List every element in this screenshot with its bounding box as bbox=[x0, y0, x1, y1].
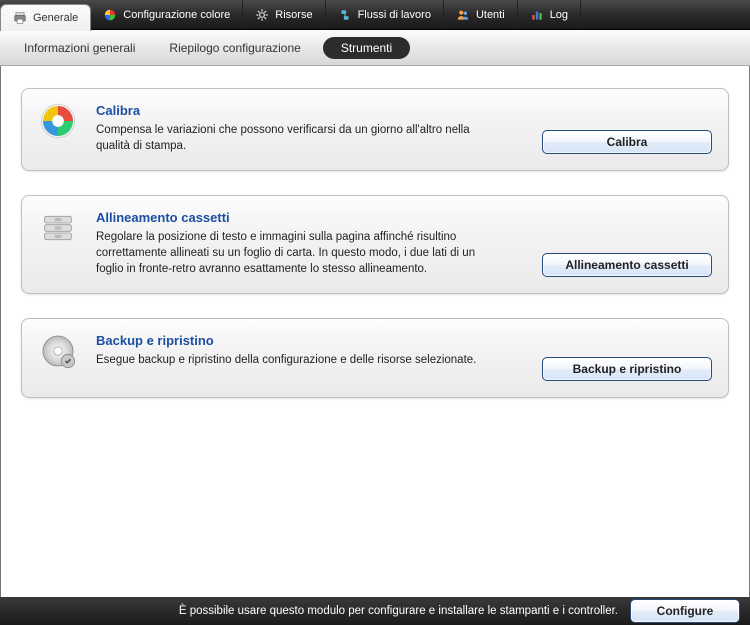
content-area: Calibra Compensa le variazioni che posso… bbox=[0, 66, 750, 597]
panel-title: Calibra bbox=[96, 103, 500, 118]
workflow-icon bbox=[338, 8, 352, 22]
gear-icon bbox=[255, 8, 269, 22]
color-wheel-icon bbox=[38, 101, 78, 141]
configure-button[interactable]: Configure bbox=[630, 599, 740, 623]
tab-label: Configurazione colore bbox=[123, 9, 230, 21]
disc-icon bbox=[38, 331, 78, 371]
subnav-riepilogo-configurazione[interactable]: Riepilogo configurazione bbox=[157, 37, 312, 59]
tab-utenti[interactable]: Utenti bbox=[444, 0, 518, 29]
panel-allineamento-cassetti: Allineamento cassetti Regolare la posizi… bbox=[21, 195, 729, 294]
color-wheel-icon bbox=[103, 8, 117, 22]
panel-backup-ripristino: Backup e ripristino Esegue backup e ripr… bbox=[21, 318, 729, 398]
panel-title: Allineamento cassetti bbox=[96, 210, 500, 225]
tab-flussi-di-lavoro[interactable]: Flussi di lavoro bbox=[326, 0, 444, 29]
backup-ripristino-button[interactable]: Backup e ripristino bbox=[542, 357, 712, 381]
tab-label: Generale bbox=[33, 12, 78, 24]
panel-desc: Compensa le variazioni che possono verif… bbox=[96, 122, 500, 154]
panel-title: Backup e ripristino bbox=[96, 333, 500, 348]
tab-label: Utenti bbox=[476, 9, 505, 21]
panel-desc: Esegue backup e ripristino della configu… bbox=[96, 352, 500, 368]
tab-log[interactable]: Log bbox=[518, 0, 581, 29]
tab-generale[interactable]: Generale bbox=[0, 4, 91, 31]
panel-desc: Regolare la posizione di testo e immagin… bbox=[96, 229, 500, 277]
printer-icon bbox=[13, 11, 27, 25]
trays-icon bbox=[38, 208, 78, 248]
subnav-strumenti[interactable]: Strumenti bbox=[323, 37, 410, 59]
calibra-button[interactable]: Calibra bbox=[542, 130, 712, 154]
tab-configurazione-colore[interactable]: Configurazione colore bbox=[91, 0, 243, 29]
footer-text: È possibile usare questo modulo per conf… bbox=[179, 605, 618, 617]
tab-risorse[interactable]: Risorse bbox=[243, 0, 325, 29]
tab-label: Flussi di lavoro bbox=[358, 9, 431, 21]
bar-chart-icon bbox=[530, 8, 544, 22]
subnav-informazioni-generali[interactable]: Informazioni generali bbox=[12, 37, 147, 59]
panel-calibra: Calibra Compensa le variazioni che posso… bbox=[21, 88, 729, 171]
footer-bar: È possibile usare questo modulo per conf… bbox=[0, 597, 750, 625]
tab-label: Risorse bbox=[275, 9, 312, 21]
top-nav: Generale Configurazione colore Risorse F… bbox=[0, 0, 750, 30]
allineamento-cassetti-button[interactable]: Allineamento cassetti bbox=[542, 253, 712, 277]
tab-label: Log bbox=[550, 9, 568, 21]
sub-nav: Informazioni generali Riepilogo configur… bbox=[0, 30, 750, 66]
users-icon bbox=[456, 8, 470, 22]
